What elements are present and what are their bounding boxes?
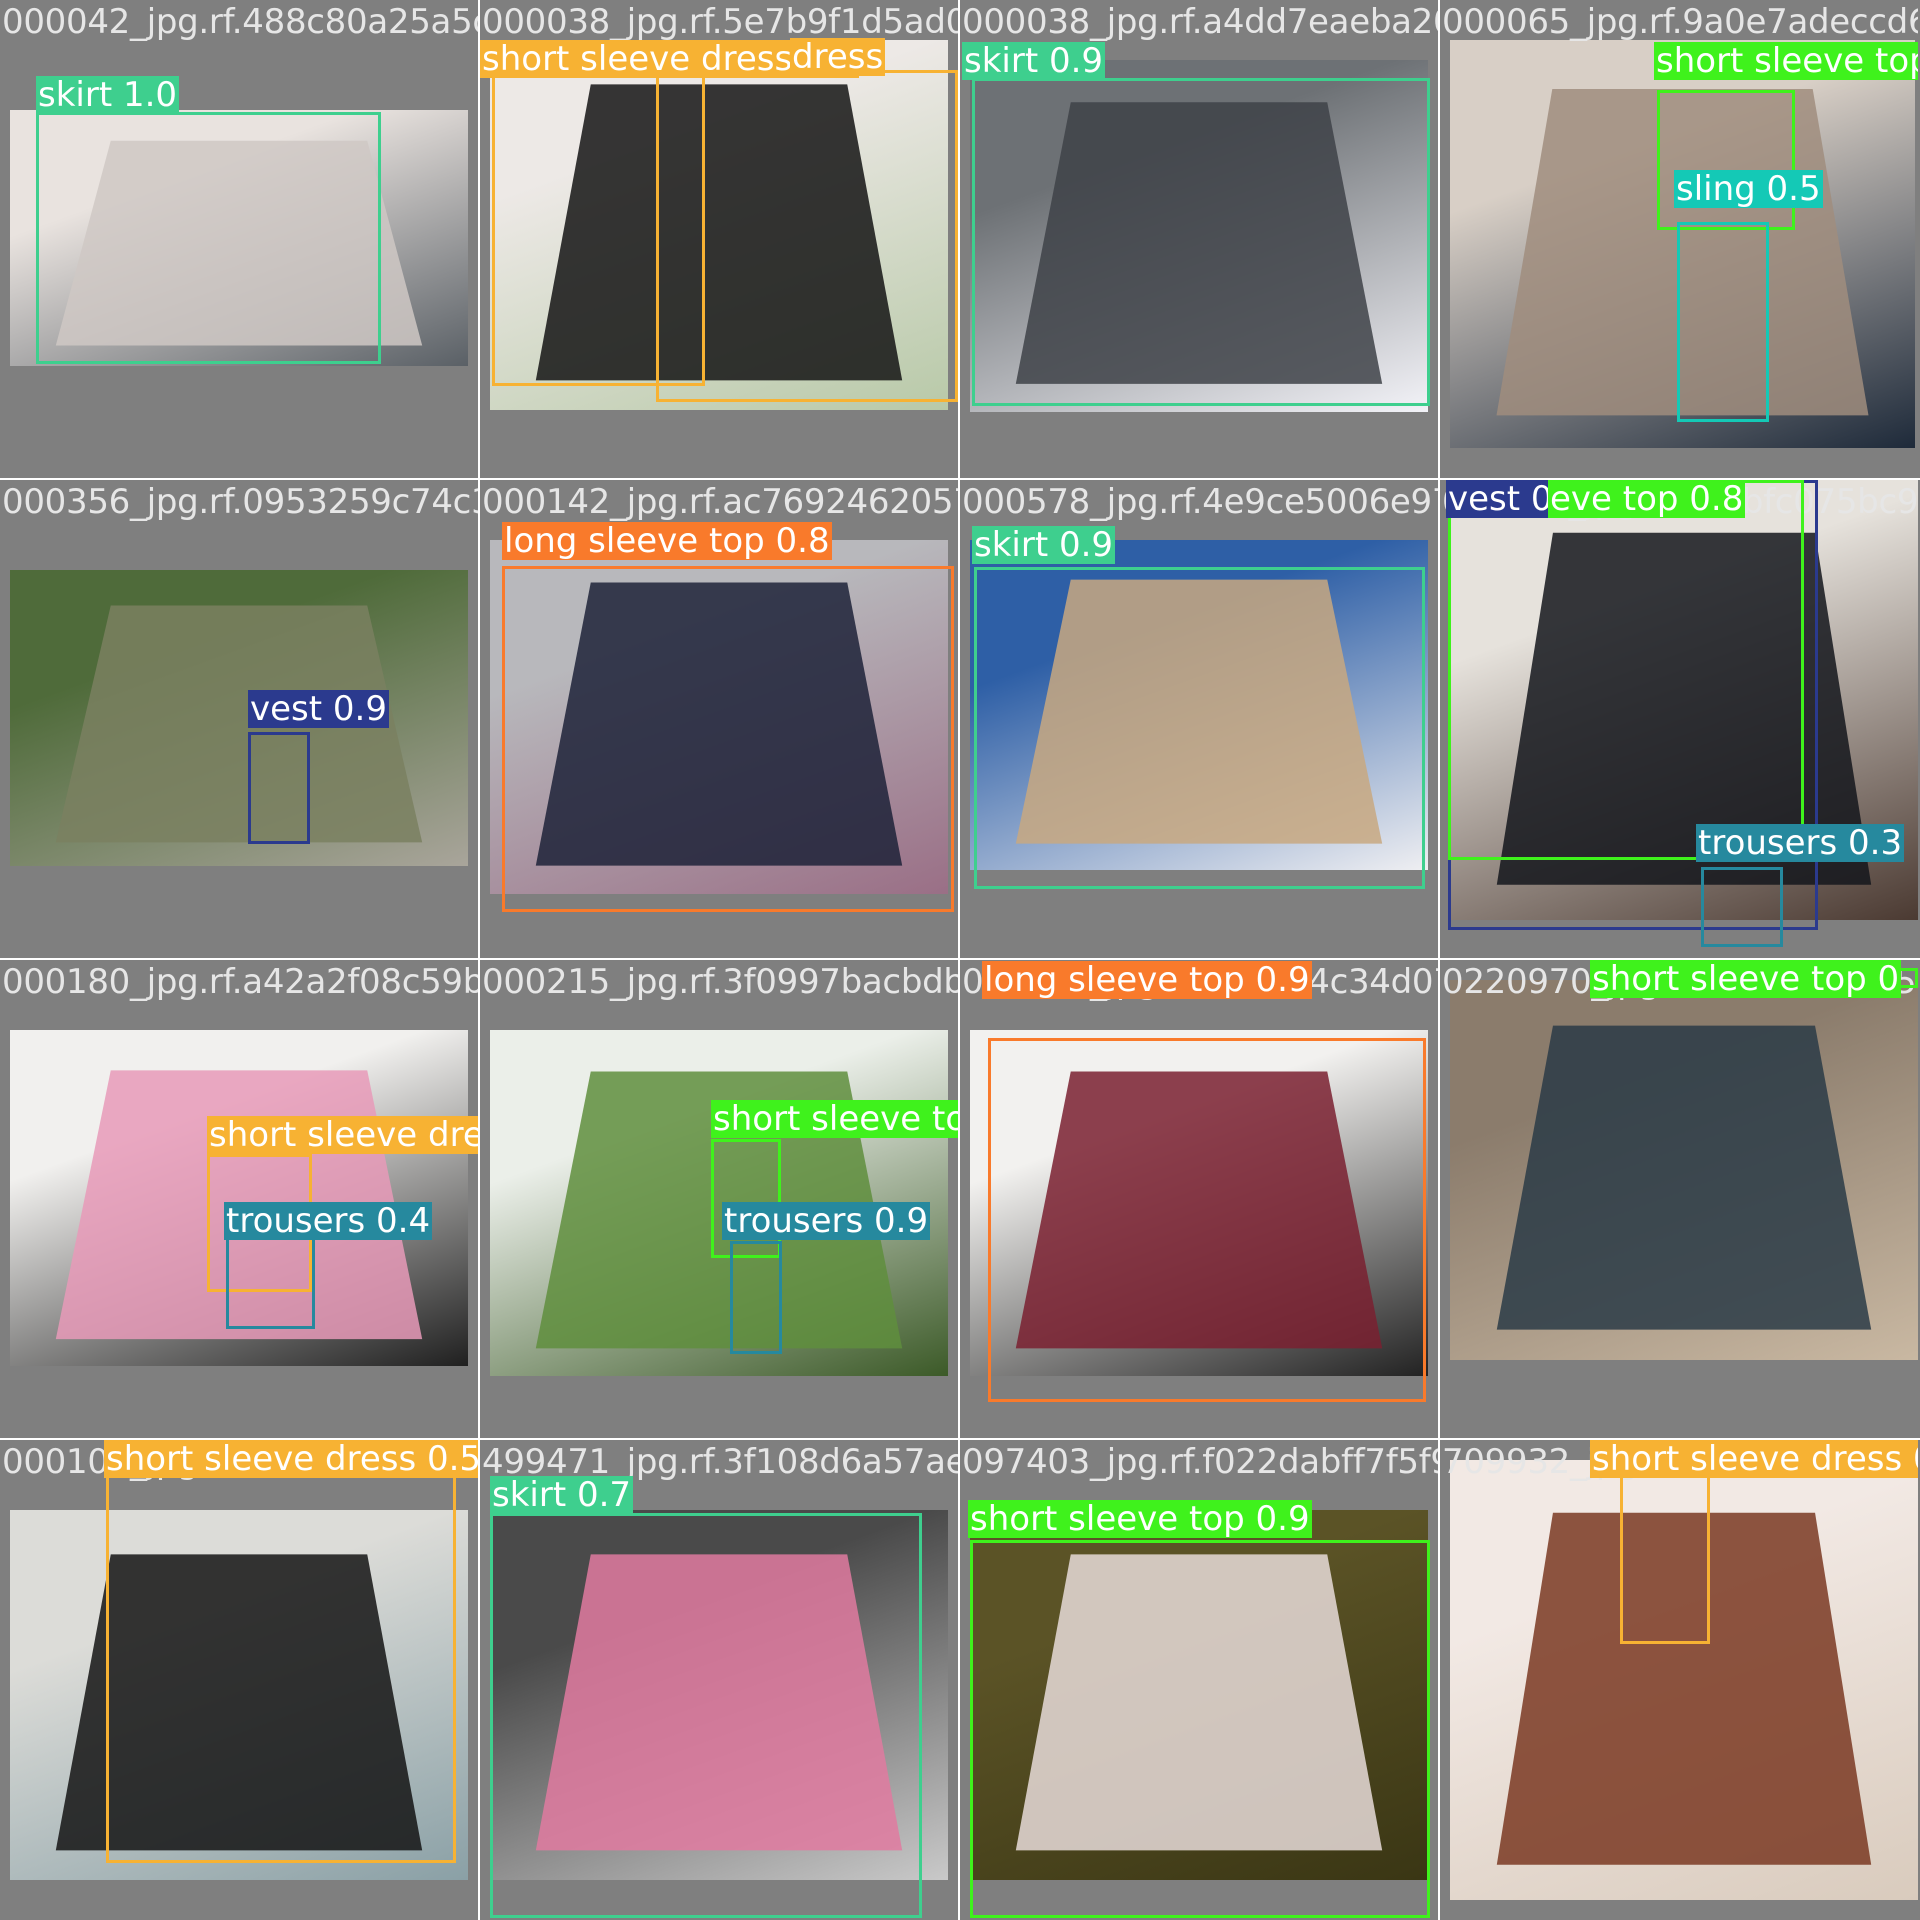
bounding-box bbox=[730, 1241, 782, 1354]
detection-label: trousers 0.3 bbox=[1696, 823, 1905, 863]
bounding-box bbox=[502, 566, 954, 912]
detection-label: long sleeve top 0.9 bbox=[982, 960, 1312, 1000]
image-tile: 003761_jpg.rf.e88674c34d0722097_jpg.rf.5… bbox=[960, 960, 1438, 1438]
image-tile: 499471_jpg.rf.3f108d6a57aeb097403_jpg.rf… bbox=[480, 1440, 958, 1918]
detection-label: skirt 0.9 bbox=[972, 525, 1116, 565]
image-filename: 097403_jpg.rf.f022dabff7f5f9709932_jpg.r… bbox=[962, 1442, 1438, 1482]
bounding-box bbox=[1620, 1474, 1710, 1644]
bounding-box bbox=[972, 78, 1430, 406]
detection-label: short sleeve top bbox=[1654, 42, 1918, 80]
image-filename: 000215_jpg.rf.3f0997bacbdbc2003761_jpg.r… bbox=[482, 962, 958, 1002]
image-filename: 000065_jpg.rf.9a0e7adeccd6 bbox=[1442, 2, 1918, 42]
image-tile: 000038_jpg.rf.5e7b9f1d5ad01a86a32d17fb4e… bbox=[480, 0, 958, 478]
image-tile: 000578_jpg.rf.4e9ce5006e97e40e3e3dcbdbfc… bbox=[960, 480, 1438, 958]
detection-label: long sleeve top 0.8 bbox=[502, 521, 832, 561]
detection-label: short sleeve dress 0.1 bbox=[1590, 1440, 1918, 1478]
detection-label: short sleeve dress 0.6 bbox=[207, 1116, 478, 1154]
image-tile: 709932_jpg.rf.3cc35261eshort sleeve dres… bbox=[1440, 1440, 1918, 1918]
image-filename: 000038_jpg.rf.a4dd7eaeba20500e65d6a5e984… bbox=[962, 2, 1438, 42]
detection-label: skirt 1.0 bbox=[36, 75, 180, 115]
detection-label: short sleeve top 0 bbox=[1590, 960, 1902, 999]
image-tile: 000215_jpg.rf.3f0997bacbdbc2003761_jpg.r… bbox=[480, 960, 958, 1438]
detection-label: dress bbox=[790, 37, 886, 77]
detection-label: short sleeve dress 0.5 bbox=[104, 1440, 478, 1478]
bounding-box bbox=[1448, 480, 1804, 860]
detection-label: short sleeve top 0.9 bbox=[968, 1499, 1312, 1539]
image-tile: 000142_jpg.rf.ac76924620578c3cf4e9ce5006… bbox=[480, 480, 958, 958]
image-tile: 000065_jpg.rf.9a0e7adeccd6 short sleeve t… bbox=[1440, 0, 1918, 478]
image-tile: 000100_jpg.rf.af87450d4021499471_jpg.rf.… bbox=[0, 1440, 478, 1918]
detection-label: short sleeve top 0.5 bbox=[711, 1100, 958, 1138]
detection-label: skirt 0.9 bbox=[962, 41, 1106, 81]
image-tile: 000180_jpg.rf.a42a2f08c59b6d0215_jpg.rf.… bbox=[0, 960, 478, 1438]
bounding-box bbox=[36, 112, 381, 364]
image-filename: 000578_jpg.rf.4e9ce5006e97e40e3e3dcbdbfc… bbox=[962, 482, 1438, 522]
image-filename: 000042_jpg.rf.488c80a25a5c430b3ff58e7952… bbox=[2, 2, 478, 42]
bounding-box bbox=[490, 1513, 922, 1918]
detection-label: vest 0.9 bbox=[248, 689, 389, 729]
image-tile: 000038_jpg.rf.a4dd7eaeba20500e65d6a5e984… bbox=[960, 0, 1438, 478]
image-filename: 000142_jpg.rf.ac76924620578c3cf4e9ce5006… bbox=[482, 482, 958, 522]
detection-label: eve top 0.8 bbox=[1548, 480, 1746, 519]
image-tile: 097403_jpg.rf.f022dabff7f5f9709932_jpg.r… bbox=[960, 1440, 1438, 1918]
bounding-box bbox=[248, 732, 310, 844]
bounding-box bbox=[106, 1473, 456, 1863]
image-filename: 000356_jpg.rf.0953259c74c36b142630042482… bbox=[2, 482, 478, 522]
grid-divider bbox=[1438, 0, 1440, 1920]
bounding-box bbox=[656, 70, 958, 402]
detection-label: trousers 0.4 bbox=[224, 1201, 433, 1241]
bounding-box bbox=[1677, 222, 1769, 422]
detection-label: skirt 0.7 bbox=[490, 1475, 634, 1515]
image-filename: 000038_jpg.rf.5e7b9f1d5ad01a86a32d17fb4e… bbox=[482, 2, 958, 42]
detection-label: trousers 0.9 bbox=[722, 1201, 931, 1241]
bounding-box bbox=[1701, 867, 1783, 947]
grid-divider bbox=[478, 0, 480, 1920]
grid-divider bbox=[958, 0, 960, 1920]
bounding-box bbox=[988, 1038, 1426, 1402]
tile-photo bbox=[10, 570, 468, 866]
tile-photo bbox=[1450, 980, 1918, 1360]
bounding-box bbox=[974, 567, 1425, 889]
image-tile: 000e3e_jpg.rf.cbdbfc075bc9avest 0.7eve t… bbox=[1440, 480, 1918, 958]
garment-shape bbox=[1496, 1025, 1872, 1330]
image-filename: 000180_jpg.rf.a42a2f08c59b6d0215_jpg.rf.… bbox=[2, 962, 478, 1002]
bounding-box bbox=[1657, 90, 1795, 230]
image-tile: 0220970_jpg.rf.540880e24529short sleeve … bbox=[1440, 960, 1918, 1438]
detection-label: sling 0.5 bbox=[1674, 169, 1823, 209]
bounding-box bbox=[970, 1540, 1430, 1918]
garment-shape bbox=[55, 605, 423, 843]
detection-mosaic: 000042_jpg.rf.488c80a25a5c430b3ff58e7952… bbox=[0, 0, 1920, 1920]
image-tile: 000356_jpg.rf.0953259c74c36b142630042482… bbox=[0, 480, 478, 958]
image-tile: 000042_jpg.rf.488c80a25a5c430b3ff58e7952… bbox=[0, 0, 478, 478]
